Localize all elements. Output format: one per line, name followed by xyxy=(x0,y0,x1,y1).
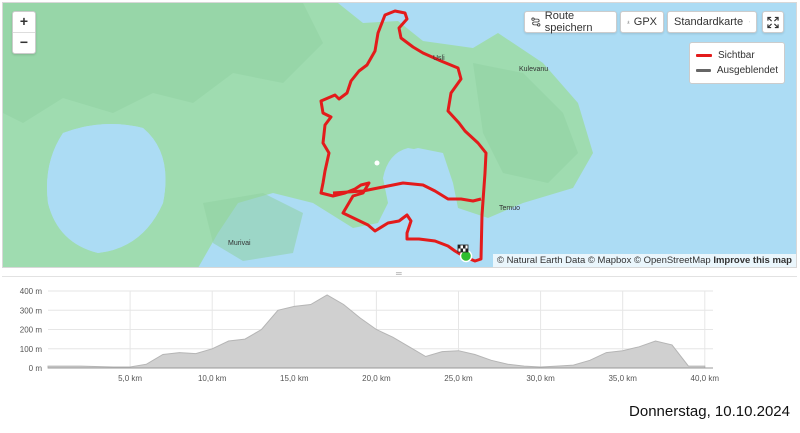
place-label-kulevanu: Kulevanu xyxy=(519,66,549,73)
attribution-text[interactable]: © Natural Earth Data © Mapbox © OpenStre… xyxy=(497,255,711,266)
zoom-out-button[interactable]: − xyxy=(13,32,35,53)
download-icon xyxy=(627,20,630,24)
map-view[interactable]: Usli Kulevanu Temuo Murivai + − Route sp… xyxy=(2,2,797,268)
legend-swatch-gray xyxy=(696,69,711,72)
gpx-label: GPX xyxy=(633,16,657,28)
fullscreen-button[interactable] xyxy=(762,11,784,33)
x-tick-label: 30,0 km xyxy=(526,374,555,383)
legend-label-visible: Sichtbar xyxy=(718,50,755,61)
y-tick-label: 400 m xyxy=(20,287,43,296)
map-canvas[interactable] xyxy=(3,3,797,268)
zoom-in-button[interactable]: + xyxy=(13,12,35,32)
route-icon xyxy=(531,17,541,27)
islet xyxy=(374,160,380,166)
map-style-label: Standardkarte xyxy=(674,16,744,28)
panel-resize-handle[interactable]: ═ xyxy=(2,268,797,278)
improve-map-link[interactable]: Improve this map xyxy=(713,255,792,266)
chevron-down-icon xyxy=(749,21,750,23)
x-tick-label: 25,0 km xyxy=(444,374,473,383)
map-style-dropdown[interactable]: Standardkarte xyxy=(667,11,757,33)
x-tick-label: 35,0 km xyxy=(608,374,637,383)
place-label-temuo: Temuo xyxy=(499,205,521,212)
place-label-usli: Usli xyxy=(433,55,445,62)
elevation-profile-chart[interactable]: 0 m 100 m 200 m 300 m 400 m 5,0 km 10,0 km 15,0… xyxy=(0,280,800,390)
zoom-control: + − xyxy=(12,11,36,54)
y-tick-label: 300 m xyxy=(20,306,43,315)
y-tick-label: 200 m xyxy=(20,326,43,335)
x-tick-label: 5,0 km xyxy=(118,374,142,383)
expand-icon xyxy=(767,16,779,28)
gpx-download-button[interactable]: GPX xyxy=(620,11,664,33)
place-label-murivai: Murivai xyxy=(228,240,251,247)
legend-item-hidden[interactable]: Ausgeblendet xyxy=(696,63,778,78)
y-tick-label: 0 m xyxy=(29,364,43,373)
legend-item-visible[interactable]: Sichtbar xyxy=(696,48,778,63)
x-tick-label: 20,0 km xyxy=(362,374,391,383)
drag-grip-icon: ═ xyxy=(396,269,402,278)
y-tick-label: 100 m xyxy=(20,345,43,354)
x-tick-label: 10,0 km xyxy=(198,374,227,383)
legend-label-hidden: Ausgeblendet xyxy=(716,65,778,76)
activity-date: Donnerstag, 10.10.2024 xyxy=(629,403,790,420)
legend-swatch-red xyxy=(696,54,712,57)
save-route-label: Route speichern xyxy=(544,10,593,34)
x-tick-label: 15,0 km xyxy=(280,374,309,383)
x-tick-label: 40,0 km xyxy=(691,374,720,383)
save-route-button[interactable]: Route speichern xyxy=(524,10,617,34)
route-legend: Sichtbar Ausgeblendet xyxy=(689,42,785,84)
finish-flag-icon xyxy=(457,244,469,253)
map-attribution: © Natural Earth Data © Mapbox © OpenStre… xyxy=(492,254,796,267)
